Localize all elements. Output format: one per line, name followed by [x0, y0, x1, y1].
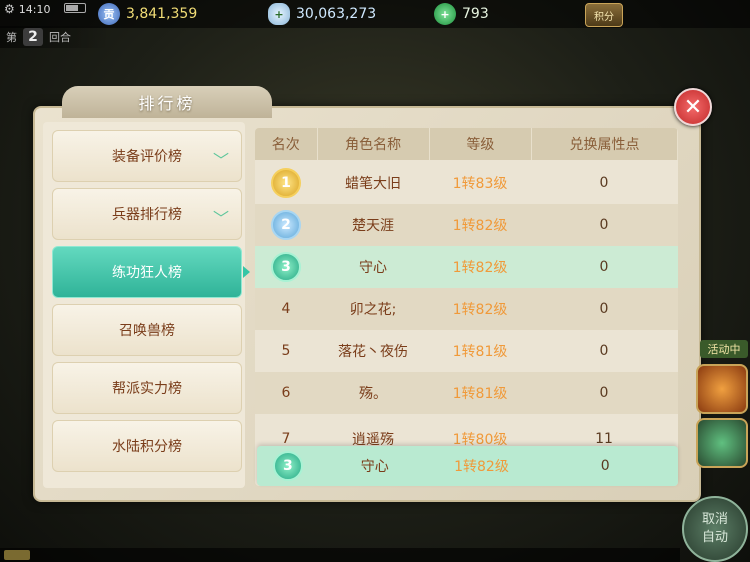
my-name: 守心	[360, 459, 389, 475]
my-rank-row[interactable]: 3 守心 1转82级 0	[257, 446, 678, 486]
table-row[interactable]: 3 守心 1转82级 0	[255, 246, 678, 288]
player-name: 落花丶夜伤	[338, 344, 408, 360]
copper-coin-icon: 贡	[98, 3, 120, 25]
player-points: 0	[599, 343, 609, 359]
jade-medal-icon: 3	[271, 252, 301, 282]
round-suffix: 回合	[49, 31, 71, 44]
tab-training-ranking[interactable]: 练功狂人榜	[52, 246, 250, 298]
event-label: 活动中	[700, 340, 748, 358]
player-name: 守心	[359, 260, 387, 276]
category-tabs: 装备评价榜 ﹀ 兵器排行榜 ﹀ 练功狂人榜 召唤兽榜 帮派实力榜 水陆积分榜	[43, 122, 250, 488]
rank-number: 5	[281, 343, 291, 359]
bottom-chip[interactable]	[4, 550, 30, 560]
tab-label: 召唤兽榜	[119, 323, 175, 339]
player-points: 0	[599, 301, 609, 317]
player-name: 蜡笔大旧	[345, 176, 401, 192]
header-name: 角色名称	[318, 128, 430, 160]
player-points: 0	[599, 175, 609, 191]
player-points: 0	[599, 259, 609, 275]
player-name: 殇。	[359, 386, 387, 402]
copper-currency: 贡 3,841,359	[98, 2, 197, 26]
tab-water-land-points[interactable]: 水陆积分榜	[52, 420, 242, 472]
activity-icon[interactable]	[696, 418, 748, 468]
battery-icon	[64, 3, 86, 13]
tab-equipment-rating[interactable]: 装备评价榜 ﹀	[52, 130, 242, 182]
header-rank: 名次	[255, 128, 318, 160]
tab-label: 帮派实力榜	[112, 381, 182, 397]
player-name: 卯之花;	[349, 302, 397, 318]
tab-guild-strength[interactable]: 帮派实力榜	[52, 362, 242, 414]
player-level: 1转82级	[452, 302, 508, 318]
round-indicator: 第 2 回合	[0, 26, 110, 48]
rank-number: 4	[281, 301, 291, 317]
jade-gem-icon[interactable]: +	[434, 3, 456, 25]
jade-currency[interactable]: + 793	[434, 2, 489, 26]
score-button[interactable]: 积分	[585, 3, 623, 27]
system-status: ⚙ 14:10	[0, 0, 50, 18]
my-points: 0	[600, 458, 610, 474]
table-row[interactable]: 4 卯之花; 1转82级 0	[255, 288, 678, 330]
player-name: 楚天涯	[352, 218, 394, 234]
gold-medal-icon: 1	[271, 168, 301, 198]
player-level: 1转82级	[452, 260, 508, 276]
rank-number: 6	[281, 385, 291, 401]
silver-ingot-icon[interactable]: +	[268, 3, 290, 25]
tab-label: 练功狂人榜	[112, 265, 182, 281]
jade-amount: 793	[462, 6, 489, 22]
ranking-table[interactable]: 名次 角色名称 等级 兑换属性点 1 蜡笔大旧 1转83级 0 2 楚天涯 1转…	[255, 128, 678, 486]
tab-weapon-ranking[interactable]: 兵器排行榜 ﹀	[52, 188, 242, 240]
table-row[interactable]: 6 殇。 1转81级 0	[255, 372, 678, 414]
player-points: 0	[599, 217, 609, 233]
tab-label: 兵器排行榜	[112, 207, 182, 223]
player-level: 1转83级	[452, 176, 508, 192]
silver-amount: 30,063,273	[296, 6, 377, 22]
header-points: 兑换属性点	[532, 128, 678, 160]
settings-gear-icon[interactable]: ⚙	[4, 2, 15, 16]
player-level: 1转81级	[452, 386, 508, 402]
silver-currency[interactable]: + 30,063,273	[268, 2, 376, 26]
table-header: 名次 角色名称 等级 兑换属性点	[255, 128, 678, 160]
close-button[interactable]: ✕	[674, 88, 712, 126]
panel-title: 排行榜	[62, 86, 272, 118]
player-level: 1转82级	[452, 218, 508, 234]
silver-medal-icon: 2	[271, 210, 301, 240]
auto-line-1: 取消	[701, 512, 728, 527]
jade-medal-icon: 3	[272, 451, 303, 481]
event-icon[interactable]	[696, 364, 748, 414]
table-row[interactable]: 1 蜡笔大旧 1转83级 0	[255, 162, 678, 204]
chevron-down-icon[interactable]: ﹀	[213, 205, 229, 229]
tab-label: 装备评价榜	[112, 149, 182, 165]
round-number: 2	[23, 28, 43, 46]
auto-line-2: 自动	[701, 530, 728, 545]
tab-summon-ranking[interactable]: 召唤兽榜	[52, 304, 242, 356]
copper-amount: 3,841,359	[126, 6, 198, 22]
clock-time: 14:10	[18, 2, 51, 16]
table-row[interactable]: 2 楚天涯 1转82级 0	[255, 204, 678, 246]
player-points: 0	[599, 385, 609, 401]
tab-label: 水陆积分榜	[112, 439, 182, 455]
table-row[interactable]: 5 落花丶夜伤 1转81级 0	[255, 330, 678, 372]
header-level: 等级	[430, 128, 533, 160]
cancel-auto-button[interactable]: 取消 自动	[682, 496, 748, 562]
player-level: 1转81级	[452, 344, 508, 360]
my-level: 1转82级	[454, 459, 509, 475]
round-prefix: 第	[6, 31, 17, 44]
bottom-bar	[0, 548, 680, 562]
chevron-down-icon[interactable]: ﹀	[213, 147, 229, 171]
